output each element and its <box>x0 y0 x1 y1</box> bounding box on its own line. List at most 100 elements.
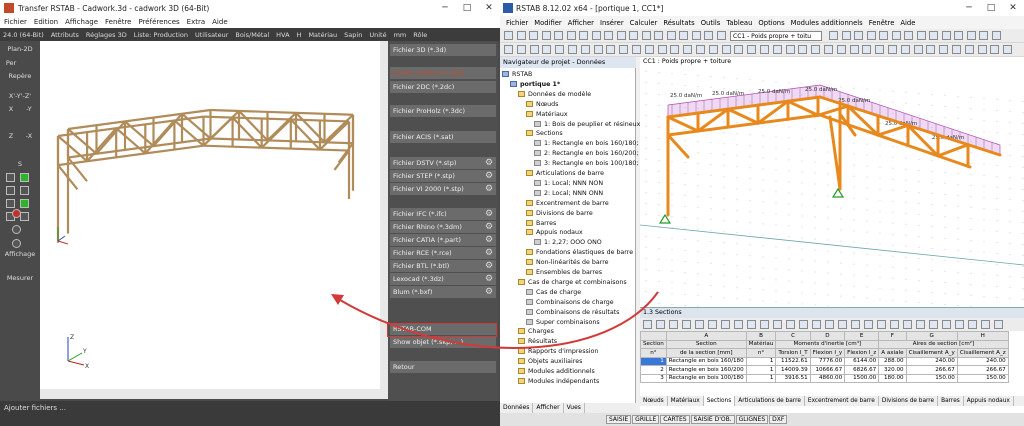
table-cell[interactable]: 1 <box>640 356 667 366</box>
toolbar-icon[interactable] <box>900 45 910 54</box>
loadcase-select[interactable]: CC1 - Poids propre + toitu <box>730 31 822 41</box>
table-cell[interactable]: 1 <box>745 373 777 383</box>
tree-node[interactable]: 2: Local; NNN ONN <box>534 189 603 198</box>
toolbar-item[interactable]: Unité <box>369 31 386 39</box>
table-cell[interactable]: 288.00 <box>878 356 907 366</box>
toolbar-icon[interactable] <box>593 45 603 54</box>
export-button[interactable]: Fichier STEP (*.stp) ⚙ <box>390 170 496 182</box>
toolbar-icon[interactable] <box>657 45 667 54</box>
table-cell[interactable]: 150.00 <box>956 373 1009 383</box>
menu-item[interactable]: Options <box>758 19 784 27</box>
toolbar-icon[interactable] <box>734 45 744 54</box>
tool-button[interactable]: Mesurer <box>2 273 38 284</box>
table-tool-icon[interactable] <box>877 320 886 329</box>
toolbar-item[interactable]: HVA <box>276 31 289 39</box>
tree-node[interactable]: Charges <box>518 327 554 336</box>
table-cell[interactable]: 150.00 <box>905 373 958 383</box>
toolbar-icon[interactable] <box>632 45 641 54</box>
tool-button[interactable]: Repère <box>2 71 38 82</box>
table-cell[interactable]: 2 <box>640 365 667 375</box>
tree-node[interactable]: RSTAB <box>502 70 532 79</box>
table-tab[interactable]: Nœuds <box>640 396 668 406</box>
table-cell[interactable]: 3916.51 <box>775 373 811 383</box>
tool-icon[interactable] <box>12 239 21 248</box>
sections-table[interactable]: A B C D E F G H Section Section Matériau Moments d'… <box>640 331 1009 383</box>
toolbar-icon[interactable] <box>829 31 838 40</box>
toolbar-icon[interactable] <box>939 45 949 54</box>
status-chip[interactable]: SAISIE <box>606 415 632 424</box>
status-chip[interactable]: SAISIE D'OB. <box>690 415 735 424</box>
navigator-tab[interactable]: Données <box>500 403 534 413</box>
view-cube-icon[interactable] <box>20 212 29 221</box>
menu-item[interactable]: Modifier <box>534 19 561 27</box>
table-tool-icon[interactable] <box>799 320 808 329</box>
toolbar-icon[interactable] <box>555 45 565 54</box>
toolbar-item[interactable]: Bois/Métal <box>235 31 269 39</box>
view-cube-icon[interactable] <box>20 186 29 195</box>
export-button[interactable]: Fichier 2DC (*.2dc) <box>390 81 496 93</box>
gear-icon[interactable]: ⚙ <box>484 171 494 181</box>
toolbar-icon[interactable] <box>619 45 629 54</box>
table-cell[interactable]: 14009.39 <box>775 365 811 375</box>
menu-item[interactable]: Calculer <box>630 19 658 27</box>
view-cube-icon[interactable] <box>6 199 15 208</box>
table-tool-icon[interactable] <box>773 320 782 329</box>
tree-node[interactable]: Ensembles de barres <box>526 268 602 277</box>
toolbar-icon[interactable] <box>824 45 833 54</box>
gear-icon[interactable]: ⚙ <box>484 222 494 232</box>
tool-button[interactable]: X <box>2 104 20 115</box>
table-tool-icon[interactable] <box>981 320 990 329</box>
toolbar-icon[interactable] <box>691 31 701 40</box>
toolbar-icon[interactable] <box>785 45 795 54</box>
table-cell[interactable]: 180.00 <box>878 373 907 383</box>
tree-node[interactable]: Résultats <box>518 337 557 346</box>
toolbar-icon[interactable] <box>641 31 651 40</box>
table-tab[interactable]: Appuis nodaux <box>964 396 1014 406</box>
toolbar-icon[interactable] <box>875 45 885 54</box>
tree-node[interactable]: Sections <box>526 129 563 138</box>
export-button[interactable]: Retour <box>390 361 496 373</box>
table-tab[interactable]: Sections <box>703 396 736 406</box>
toolbar-icon[interactable] <box>670 45 680 54</box>
navigator-tab[interactable]: Vues <box>564 403 585 413</box>
menu-item[interactable]: Extra <box>187 18 205 26</box>
toolbar-item[interactable]: H <box>297 31 302 39</box>
toolbar-icon[interactable] <box>966 31 976 40</box>
tree-node[interactable]: Excentrement de barre <box>526 199 609 208</box>
tree-node[interactable]: Cas de charge et combinaisons <box>518 278 627 287</box>
toolbar-icon[interactable] <box>644 45 654 54</box>
toolbar-icon[interactable] <box>836 45 846 54</box>
toolbar-icon[interactable] <box>721 45 731 54</box>
status-chip[interactable]: DXF <box>769 415 788 424</box>
table-tool-icon[interactable] <box>942 320 951 329</box>
maximize-button[interactable]: □ <box>980 0 1002 16</box>
table-cell[interactable]: Rectangle en bois 100/180 <box>665 373 747 383</box>
toolbar-icon[interactable] <box>760 45 769 54</box>
gear-icon[interactable]: ⚙ <box>484 209 494 219</box>
menu-item[interactable]: Fenêtre <box>869 19 895 27</box>
toolbar-icon[interactable] <box>696 45 705 54</box>
toolbar-icon[interactable] <box>606 45 616 54</box>
toolbar-icon[interactable] <box>929 31 938 40</box>
toolbar-icon[interactable] <box>862 45 872 54</box>
table-row[interactable]: 1 Rectangle en bois 160/180 1 11522.61 7776.… <box>640 356 1009 366</box>
toolbar-icon[interactable] <box>604 31 613 40</box>
toolbar-icon[interactable] <box>990 45 1000 54</box>
menu-item[interactable]: Outils <box>701 19 721 27</box>
export-button[interactable]: Fichier Rhino (*.3dm) ⚙ <box>390 221 496 233</box>
gear-icon[interactable]: ⚙ <box>484 248 494 258</box>
toolbar-icon[interactable] <box>516 45 526 54</box>
table-tool-icon[interactable] <box>695 320 704 329</box>
table-cell[interactable]: 1 <box>745 365 777 375</box>
tool-button[interactable]: Per <box>2 58 20 69</box>
tool-button[interactable]: Z <box>2 131 20 142</box>
menu-item[interactable]: Affichage <box>65 18 98 26</box>
minimize-button[interactable]: ─ <box>434 0 456 16</box>
toolbar-icon[interactable] <box>841 31 851 40</box>
table-tool-icon[interactable] <box>656 320 665 329</box>
menu-item[interactable]: Modules additionnels <box>791 19 863 27</box>
table-tool-icon[interactable] <box>851 320 860 329</box>
minimize-button[interactable]: ─ <box>958 0 980 16</box>
toolbar-icon[interactable] <box>542 45 552 54</box>
table-tool-icon[interactable] <box>890 320 899 329</box>
